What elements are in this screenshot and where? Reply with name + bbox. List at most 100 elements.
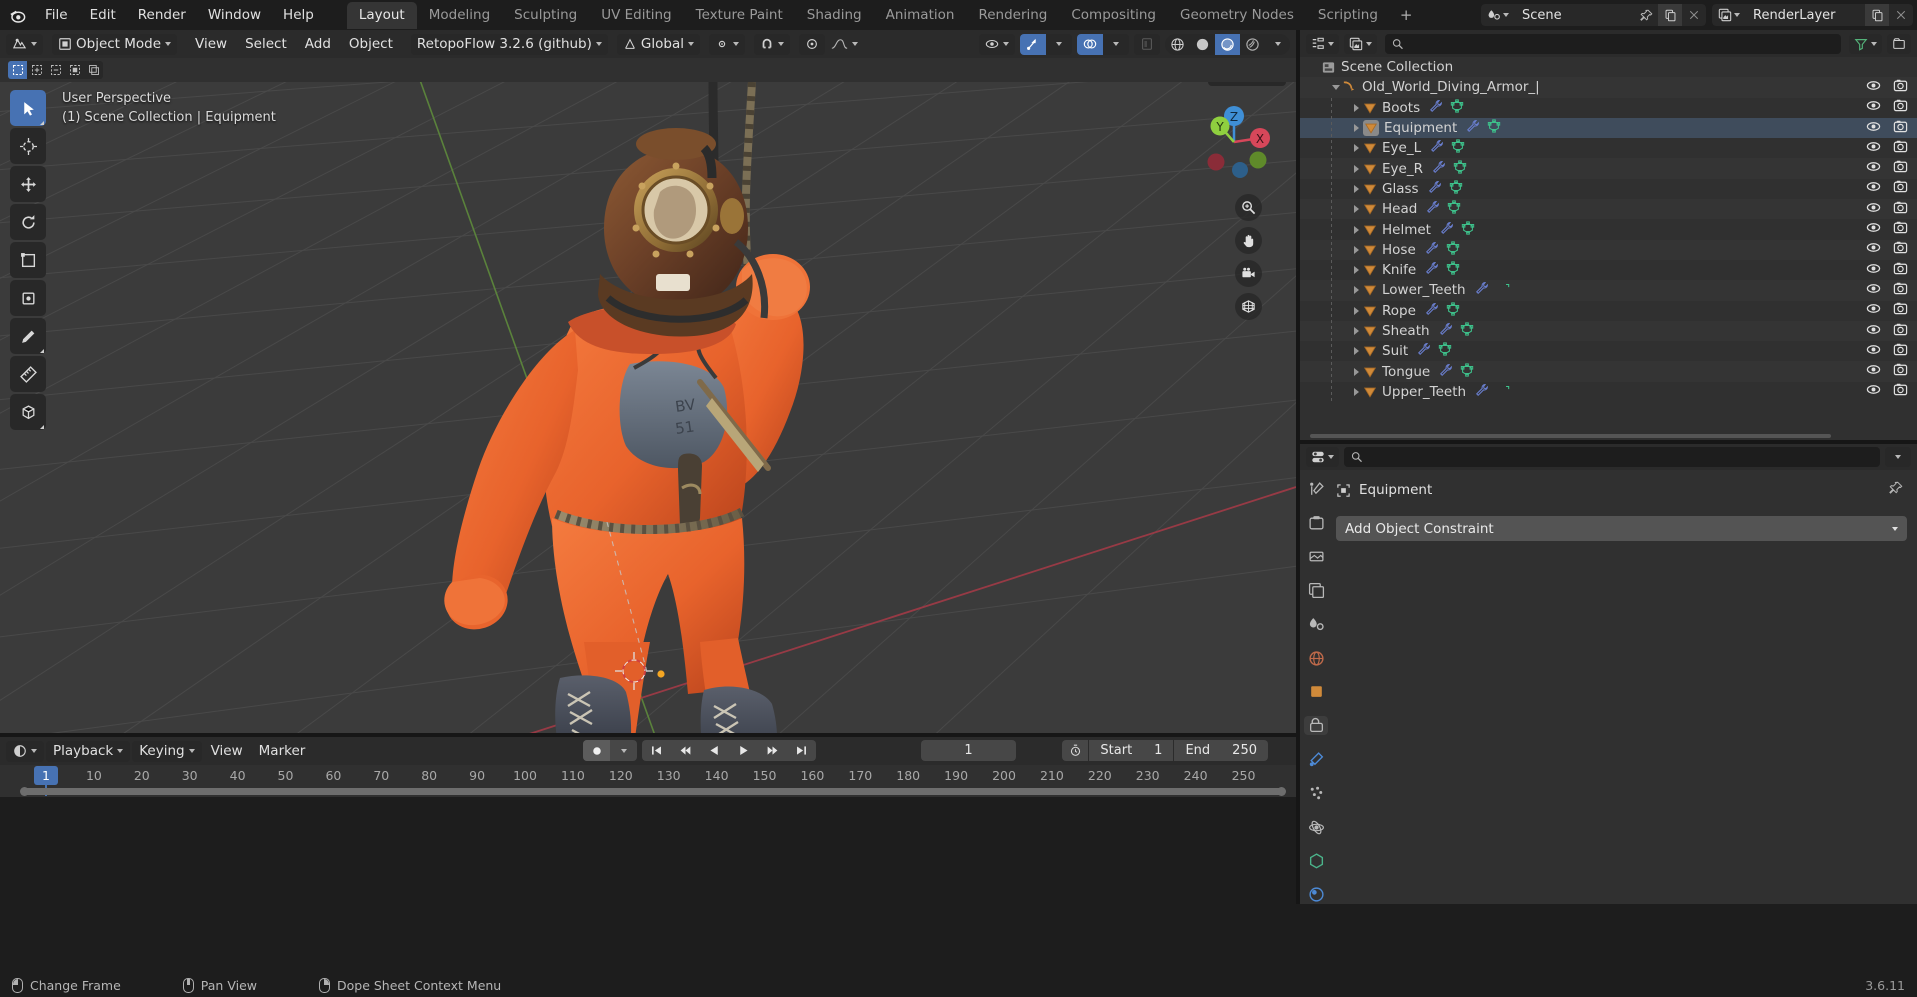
workspace-tab-geometry-nodes[interactable]: Geometry Nodes bbox=[1168, 2, 1306, 29]
play-button[interactable] bbox=[729, 740, 758, 761]
tab-modifiers[interactable] bbox=[1304, 750, 1328, 769]
scene-new-icon[interactable] bbox=[1658, 4, 1682, 26]
hide-in-viewport-icon[interactable] bbox=[1866, 342, 1881, 361]
mesh-data-icon[interactable] bbox=[1453, 160, 1467, 178]
hide-in-viewport-icon[interactable] bbox=[1866, 179, 1881, 198]
scene-selector[interactable]: Scene bbox=[1481, 4, 1706, 26]
select-extend-icon[interactable] bbox=[27, 61, 46, 79]
outliner-row-upper-teeth[interactable]: Upper_Teeth bbox=[1300, 382, 1917, 402]
mesh-data-icon[interactable] bbox=[1451, 139, 1465, 157]
hide-in-viewport-icon[interactable] bbox=[1866, 322, 1881, 341]
tab-view-layer[interactable] bbox=[1304, 581, 1328, 600]
hide-in-viewport-icon[interactable] bbox=[1866, 98, 1881, 117]
expand-toggle[interactable] bbox=[1350, 347, 1363, 356]
expand-toggle[interactable] bbox=[1350, 225, 1363, 234]
modifier-icon[interactable] bbox=[1425, 241, 1439, 259]
modifier-icon[interactable] bbox=[1439, 322, 1453, 340]
disable-in-renders-icon[interactable] bbox=[1893, 159, 1908, 178]
frame-start-field[interactable]: Start 1 bbox=[1089, 740, 1174, 761]
mesh-data-icon[interactable] bbox=[1447, 200, 1461, 218]
expand-toggle[interactable] bbox=[1350, 367, 1363, 376]
mesh-data-icon[interactable] bbox=[1446, 261, 1460, 279]
workspace-tab-scripting[interactable]: Scripting bbox=[1306, 2, 1390, 29]
shading-solid-icon[interactable] bbox=[1190, 34, 1215, 55]
expand-toggle[interactable] bbox=[1350, 164, 1363, 173]
retopoflow-menu[interactable]: RetopoFlow 3.2.6 (github) bbox=[410, 33, 608, 55]
outliner-tree[interactable]: Scene Collection Old_World_Diving_Armor_|… bbox=[1300, 57, 1917, 442]
object-mode-dropdown[interactable]: Object Mode bbox=[52, 33, 178, 55]
tab-constraints[interactable] bbox=[1304, 716, 1328, 736]
outliner-scrollbar[interactable] bbox=[1310, 434, 1831, 438]
workspace-tab-layout[interactable]: Layout bbox=[346, 1, 417, 29]
properties-options-chevron[interactable] bbox=[1885, 447, 1911, 467]
menu-file[interactable]: File bbox=[34, 3, 79, 27]
toggle-orthographic-icon[interactable] bbox=[1235, 293, 1262, 320]
outliner-row-rope[interactable]: Rope bbox=[1300, 301, 1917, 321]
select-box-icon[interactable] bbox=[8, 61, 27, 79]
workspace-tab-compositing[interactable]: Compositing bbox=[1059, 2, 1168, 29]
toggle-xray-icon[interactable] bbox=[1134, 34, 1160, 55]
outliner-row-boots[interactable]: Boots bbox=[1300, 98, 1917, 118]
viewlayer-new-icon[interactable] bbox=[1865, 4, 1889, 26]
tool-annotate[interactable] bbox=[10, 318, 46, 354]
outliner-row-old-world-diving-armor[interactable]: Old_World_Diving_Armor_| bbox=[1300, 77, 1917, 98]
viewport-menu-object[interactable]: Object bbox=[340, 36, 402, 52]
menu-help[interactable]: Help bbox=[272, 3, 325, 27]
modifier-icon[interactable] bbox=[1417, 342, 1431, 360]
select-intersect-icon[interactable] bbox=[84, 61, 103, 79]
disable-in-renders-icon[interactable] bbox=[1893, 179, 1908, 198]
gizmo-options-chevron[interactable] bbox=[1046, 34, 1072, 55]
expand-toggle[interactable] bbox=[1350, 103, 1363, 112]
disable-in-renders-icon[interactable] bbox=[1893, 342, 1908, 361]
menu-render[interactable]: Render bbox=[127, 3, 197, 27]
play-reverse-button[interactable] bbox=[700, 740, 729, 761]
auto-keying-icon[interactable] bbox=[583, 740, 610, 761]
properties-search-input[interactable] bbox=[1344, 447, 1880, 467]
viewlayer-remove-icon[interactable] bbox=[1889, 4, 1913, 26]
disable-in-renders-icon[interactable] bbox=[1893, 78, 1908, 97]
shading-wireframe-icon[interactable] bbox=[1165, 34, 1190, 55]
shading-options-chevron[interactable] bbox=[1265, 34, 1290, 55]
workspace-tab-uv-editing[interactable]: UV Editing bbox=[589, 2, 683, 29]
expand-toggle[interactable] bbox=[1350, 286, 1363, 295]
disable-in-renders-icon[interactable] bbox=[1893, 301, 1908, 320]
outliner-row-eye-r[interactable]: Eye_R bbox=[1300, 158, 1917, 179]
expand-toggle[interactable] bbox=[1350, 245, 1363, 254]
modifier-icon[interactable] bbox=[1426, 200, 1440, 218]
scene-pin-icon[interactable] bbox=[1634, 4, 1658, 26]
hide-in-viewport-icon[interactable] bbox=[1866, 382, 1881, 401]
shading-rendered-icon[interactable] bbox=[1240, 34, 1265, 55]
mesh-data-icon[interactable] bbox=[1446, 241, 1460, 259]
hide-in-viewport-icon[interactable] bbox=[1866, 119, 1881, 138]
disable-in-renders-icon[interactable] bbox=[1893, 281, 1908, 300]
outliner-search-field[interactable] bbox=[1408, 36, 1834, 51]
modifier-icon[interactable] bbox=[1430, 139, 1444, 157]
properties-editor-type-button[interactable] bbox=[1306, 447, 1339, 467]
outliner-display-mode-button[interactable] bbox=[1344, 33, 1377, 54]
outliner-row-hose[interactable]: Hose bbox=[1300, 239, 1917, 260]
editor-type-button[interactable] bbox=[6, 33, 43, 55]
timeline-menu-playback[interactable]: Playback bbox=[46, 740, 131, 762]
hide-in-viewport-icon[interactable] bbox=[1866, 220, 1881, 239]
transform-orientation-dropdown[interactable]: Global bbox=[616, 33, 700, 55]
mesh-data-icon[interactable] bbox=[1496, 281, 1510, 299]
workspace-tab-rendering[interactable]: Rendering bbox=[966, 2, 1059, 29]
timeline-editor-type-button[interactable] bbox=[6, 740, 44, 762]
expand-toggle[interactable] bbox=[1350, 306, 1363, 315]
disable-in-renders-icon[interactable] bbox=[1893, 240, 1908, 259]
hide-in-viewport-icon[interactable] bbox=[1866, 240, 1881, 259]
scene-name[interactable]: Scene bbox=[1514, 4, 1634, 26]
current-frame-indicator[interactable]: 1 bbox=[34, 766, 58, 785]
mesh-data-icon[interactable] bbox=[1460, 322, 1474, 340]
hide-in-viewport-icon[interactable] bbox=[1866, 261, 1881, 280]
proportional-editing-toggle[interactable] bbox=[798, 33, 825, 55]
disable-in-renders-icon[interactable] bbox=[1893, 322, 1908, 341]
modifier-icon[interactable] bbox=[1429, 99, 1443, 117]
current-frame-field[interactable]: 1 bbox=[921, 740, 1016, 761]
jump-to-next-keyframe-button[interactable] bbox=[758, 740, 787, 761]
menu-window[interactable]: Window bbox=[197, 3, 272, 27]
timeline-menu-keying[interactable]: Keying bbox=[132, 740, 202, 762]
disable-in-renders-icon[interactable] bbox=[1893, 98, 1908, 117]
add-workspace-button[interactable]: + bbox=[1390, 2, 1423, 28]
tab-particles[interactable] bbox=[1304, 784, 1328, 803]
